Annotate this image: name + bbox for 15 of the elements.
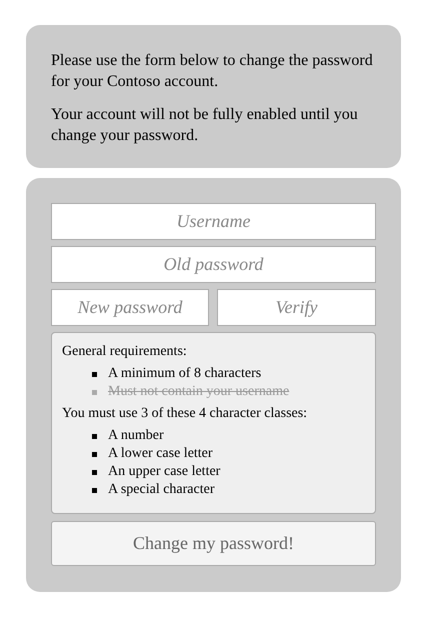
requirements-heading: You must use 3 of these 4 character classes:: [62, 405, 308, 423]
requirement-item: An upper case letter: [108, 463, 220, 481]
requirement-item: A minimum of 8 characters: [108, 365, 262, 383]
intro-paragraph: Please use the form below to change the password for your Contoso account.: [51, 51, 374, 92]
requirement-item: Must not contain your username: [108, 383, 290, 401]
verify-field[interactable]: Verify: [217, 289, 376, 326]
new-password-field[interactable]: New password: [51, 289, 209, 326]
username-field[interactable]: Username: [51, 203, 376, 240]
requirement-item: A number: [108, 427, 164, 445]
requirements-heading: General requirements:: [62, 343, 187, 361]
requirement-item: A special character: [108, 481, 214, 499]
requirement-item: A lower case letter: [108, 445, 213, 463]
change-password-button[interactable]: Change my password!: [51, 521, 376, 566]
old-password-field[interactable]: Old password: [51, 246, 376, 283]
intro-paragraph: Your account will not be fully enabled until you change your password.: [51, 105, 359, 146]
